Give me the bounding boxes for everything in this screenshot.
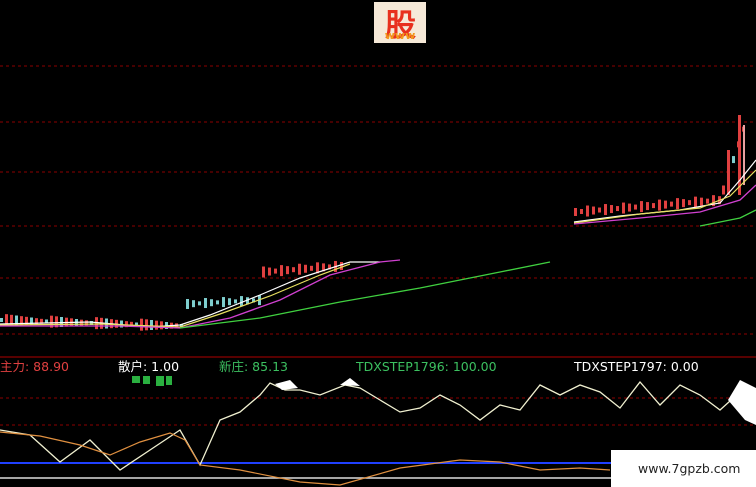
candle (150, 320, 153, 330)
candle (222, 297, 225, 308)
candle (706, 198, 709, 204)
logo: 股 www (374, 2, 426, 43)
volume-bar (156, 376, 164, 386)
signal-block (275, 380, 298, 390)
label-tdxstep1796: TDXSTEP1796: 100.00 (356, 359, 497, 374)
signal-block (340, 378, 360, 386)
volume-bar (143, 376, 150, 384)
candle (722, 185, 725, 195)
watermark: www.7gpzb.com (611, 450, 756, 487)
candle (340, 262, 343, 270)
candle (634, 204, 637, 210)
candle (262, 266, 265, 278)
candle (155, 320, 158, 330)
candle (622, 202, 625, 214)
candle (280, 265, 283, 277)
candle (646, 202, 649, 211)
candle (732, 156, 735, 164)
candle (286, 266, 289, 275)
candle (574, 208, 577, 216)
candle (204, 298, 207, 309)
candle (234, 299, 237, 304)
candle (145, 319, 148, 331)
candle (652, 203, 655, 209)
candle (738, 115, 741, 195)
stock-chart-screen: 股 www 主力: 88.90 散户: 1.00 新庄: 85.13 TDXST… (0, 0, 756, 487)
candle (592, 206, 595, 215)
candle (268, 267, 271, 276)
candle (586, 205, 589, 217)
candle (694, 196, 697, 208)
candle (682, 199, 685, 208)
volume-bar (166, 376, 172, 385)
candle (240, 296, 243, 307)
candle (310, 265, 313, 271)
label-new-dealer: 新庄: 85.13 (219, 359, 288, 374)
candle (186, 299, 189, 309)
candle (640, 201, 643, 213)
candle (610, 205, 613, 214)
candle (580, 209, 583, 215)
candle (304, 264, 307, 273)
candle (664, 200, 667, 209)
candle (228, 298, 231, 306)
candle (676, 198, 679, 210)
candle (700, 197, 703, 206)
candle (688, 200, 691, 206)
candle (658, 199, 661, 211)
label-main-force: 主力: 88.90 (0, 359, 69, 374)
candle (670, 201, 673, 207)
candle (598, 207, 601, 213)
ma-green-line (179, 261, 551, 329)
signal-block (728, 380, 756, 425)
candle (628, 203, 631, 212)
candle (274, 268, 277, 274)
candle (216, 300, 219, 305)
candle (298, 263, 301, 275)
indicator-legend: 主力: 88.90 散户: 1.00 新庄: 85.13 TDXSTEP1796… (0, 359, 756, 375)
chart-canvas[interactable] (0, 0, 756, 487)
candle (292, 267, 295, 273)
candle (198, 301, 201, 306)
label-tdxstep1797: TDXSTEP1797: 0.00 (574, 359, 699, 374)
candle (140, 318, 143, 331)
candle (616, 206, 619, 212)
ma-green-line-2 (699, 209, 756, 227)
candle (160, 321, 163, 330)
oscillator-orange-line (0, 431, 611, 486)
candle (192, 300, 195, 308)
label-retail: 散户: 1.00 (118, 359, 180, 374)
candle (210, 299, 213, 307)
volume-bar (132, 376, 140, 383)
candle (604, 204, 607, 216)
candle (727, 150, 730, 195)
candle (0, 318, 3, 322)
logo-sub: www (384, 29, 416, 42)
